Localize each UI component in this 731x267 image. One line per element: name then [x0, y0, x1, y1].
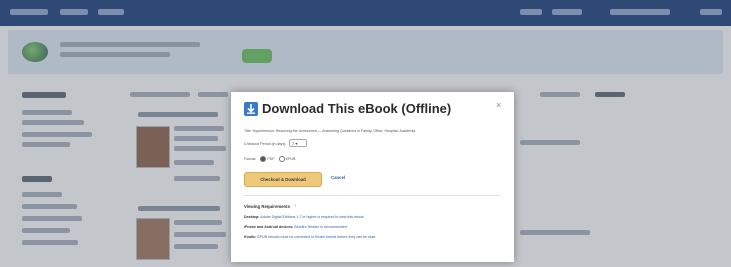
- checkout-download-button[interactable]: Checkout & Download: [244, 172, 322, 187]
- radio-epub[interactable]: [278, 156, 285, 162]
- requirement-key: Kindle:: [244, 235, 257, 239]
- checkout-period-label: Checkout Period (in days):: [244, 142, 287, 146]
- requirement-link[interactable]: EPUB ebooks must be converted to Kindle …: [257, 235, 375, 239]
- checkout-period-value: 7: [292, 141, 295, 146]
- requirement-link[interactable]: Bluefire Reader is recommended: [294, 225, 347, 229]
- requirement-row: Desktop: Adobe Digital Editions 1.7 or h…: [244, 215, 364, 219]
- requirement-key: iPhone and Android devices:: [244, 225, 294, 229]
- requirement-row: Kindle: EPUB ebooks must be converted to…: [244, 235, 375, 239]
- format-group: Format: PDF EPUB: [244, 156, 295, 162]
- ebook-description: Title: Hypertension: Resolving the Unres…: [244, 129, 416, 133]
- requirement-link[interactable]: Adobe Digital Editions 1.7 or higher is …: [260, 215, 364, 219]
- format-option-epub: EPUB: [285, 156, 296, 161]
- divider: [244, 195, 500, 196]
- checkout-period-select[interactable]: 7 ▾: [289, 139, 307, 147]
- format-option-pdf: PDF: [267, 156, 275, 161]
- radio-pdf[interactable]: [260, 156, 267, 162]
- requirement-row: iPhone and Android devices: Bluefire Rea…: [244, 225, 347, 229]
- requirements-title: Viewing Requirements: [244, 204, 291, 209]
- dialog-title: Download This eBook (Offline): [262, 101, 452, 116]
- requirement-key: Desktop:: [244, 215, 260, 219]
- download-ebook-dialog: Download This eBook (Offline) × Title: H…: [231, 92, 514, 262]
- format-label: Format:: [244, 156, 257, 161]
- download-icon: [244, 102, 258, 116]
- viewing-requirements: Viewing Requirements ? Desktop: Adobe Di…: [244, 203, 500, 254]
- cancel-link[interactable]: Cancel: [331, 175, 345, 180]
- help-icon[interactable]: ?: [294, 203, 296, 208]
- close-icon[interactable]: ×: [496, 100, 501, 110]
